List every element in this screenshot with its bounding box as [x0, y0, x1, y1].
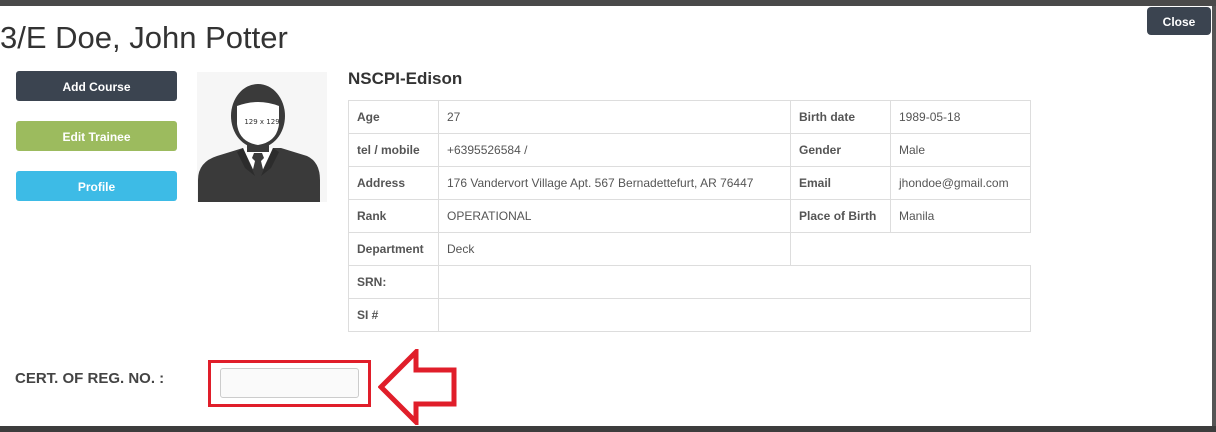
place-of-birth-label: Place of Birth [790, 199, 891, 233]
department-value: Deck [438, 232, 791, 266]
email-value: jhondoe@gmail.com [890, 166, 1031, 200]
mobile-label: tel / mobile [348, 133, 439, 167]
cert-reg-label: CERT. OF REG. NO. : [15, 370, 165, 387]
arrow-left-icon [378, 349, 457, 425]
trainee-details-table: Age 27 Birth date 1989-05-18 tel / mobil… [348, 100, 1031, 332]
table-row: SRN: [348, 265, 1031, 299]
department-label: Department [348, 232, 439, 266]
table-row: tel / mobile +6395526584 / Gender Male [348, 133, 1031, 167]
dialog-title: 3/E Doe, John Potter [0, 20, 288, 55]
place-of-birth-value: Manila [890, 199, 1031, 233]
trainee-modal: 3/E Doe, John Potter Close Add Course Ed… [0, 6, 1212, 426]
avatar: 129 x 129 [197, 72, 327, 202]
address-value: 176 Vandervort Village Apt. 567 Bernadet… [438, 166, 791, 200]
mobile-value: +6395526584 / [438, 133, 791, 167]
backdrop-right [1212, 6, 1216, 432]
rank-value: OPERATIONAL [438, 199, 791, 233]
avatar-placeholder-size: 129 x 129 [244, 118, 280, 126]
table-row: Address 176 Vandervort Village Apt. 567 … [348, 166, 1031, 200]
backdrop-bottom [0, 426, 1216, 432]
email-label: Email [790, 166, 891, 200]
birth-date-label: Birth date [790, 100, 891, 134]
profile-button[interactable]: Profile [16, 171, 177, 201]
edit-trainee-button[interactable]: Edit Trainee [16, 121, 177, 151]
close-button[interactable]: Close [1147, 7, 1211, 35]
user-silhouette-icon [198, 84, 320, 202]
si-label: SI # [348, 298, 439, 332]
srn-value [438, 265, 1031, 299]
birth-date-value: 1989-05-18 [890, 100, 1031, 134]
table-row: Age 27 Birth date 1989-05-18 [348, 100, 1031, 134]
cert-reg-input[interactable] [220, 368, 359, 398]
gender-label: Gender [790, 133, 891, 167]
table-row: Department Deck [348, 232, 1031, 266]
srn-label: SRN: [348, 265, 439, 299]
add-course-button[interactable]: Add Course [16, 71, 177, 101]
address-label: Address [348, 166, 439, 200]
organization-name: NSCPI-Edison [348, 69, 463, 88]
age-label: Age [348, 100, 439, 134]
si-value [438, 298, 1031, 332]
table-row: Rank OPERATIONAL Place of Birth Manila [348, 199, 1031, 233]
age-value: 27 [438, 100, 791, 134]
gender-value: Male [890, 133, 1031, 167]
table-row: SI # [348, 298, 1031, 332]
empty-cell [790, 232, 1031, 266]
rank-label: Rank [348, 199, 439, 233]
